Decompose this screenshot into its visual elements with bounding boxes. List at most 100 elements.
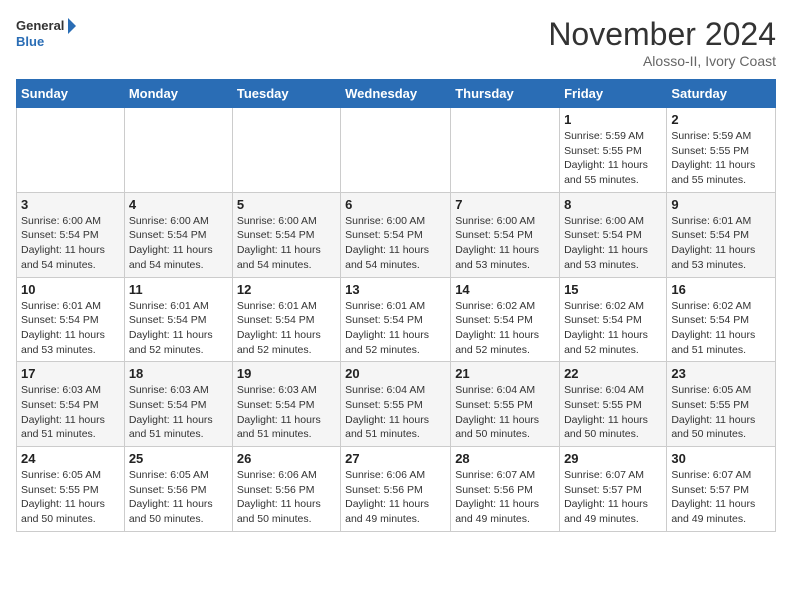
day-info: Sunrise: 6:05 AMSunset: 5:55 PMDaylight:… [671,383,771,442]
weekday-header: Tuesday [232,80,340,108]
day-info: Sunrise: 6:04 AMSunset: 5:55 PMDaylight:… [564,383,662,442]
logo-svg: General Blue [16,16,76,52]
day-number: 3 [21,197,120,212]
calendar-cell: 9 Sunrise: 6:01 AMSunset: 5:54 PMDaylight… [667,192,776,277]
calendar-cell: 3 Sunrise: 6:00 AMSunset: 5:54 PMDaylight… [17,192,125,277]
calendar-cell: 24 Sunrise: 6:05 AMSunset: 5:55 PMDayligh… [17,447,125,532]
svg-text:Blue: Blue [16,34,44,49]
svg-text:General: General [16,18,64,33]
day-number: 22 [564,366,662,381]
day-number: 19 [237,366,336,381]
day-number: 15 [564,282,662,297]
day-info: Sunrise: 6:00 AMSunset: 5:54 PMDaylight:… [345,214,446,273]
day-info: Sunrise: 6:00 AMSunset: 5:54 PMDaylight:… [455,214,555,273]
calendar-cell: 30 Sunrise: 6:07 AMSunset: 5:57 PMDayligh… [667,447,776,532]
day-number: 16 [671,282,771,297]
calendar-cell: 28 Sunrise: 6:07 AMSunset: 5:56 PMDayligh… [451,447,560,532]
day-number: 17 [21,366,120,381]
day-info: Sunrise: 6:01 AMSunset: 5:54 PMDaylight:… [671,214,771,273]
calendar-table: SundayMondayTuesdayWednesdayThursdayFrid… [16,79,776,532]
day-info: Sunrise: 6:04 AMSunset: 5:55 PMDaylight:… [345,383,446,442]
day-info: Sunrise: 6:01 AMSunset: 5:54 PMDaylight:… [129,299,228,358]
calendar-cell: 29Sunrise: 6:07 AMSunset: 5:57 PMDayligh… [560,447,667,532]
day-info: Sunrise: 6:02 AMSunset: 5:54 PMDaylight:… [455,299,555,358]
day-number: 1 [564,112,662,127]
calendar-cell: 26Sunrise: 6:06 AMSunset: 5:56 PMDayligh… [232,447,340,532]
day-number: 12 [237,282,336,297]
calendar-cell: 10 Sunrise: 6:01 AMSunset: 5:54 PMDayligh… [17,277,125,362]
day-number: 9 [671,197,771,212]
calendar-week-row: 1 Sunrise: 5:59 AMSunset: 5:55 PMDaylight… [17,108,776,193]
day-info: Sunrise: 5:59 AMSunset: 5:55 PMDaylight:… [564,129,662,188]
weekday-header: Thursday [451,80,560,108]
calendar-cell: 27Sunrise: 6:06 AMSunset: 5:56 PMDayligh… [341,447,451,532]
day-info: Sunrise: 6:07 AMSunset: 5:57 PMDaylight:… [564,468,662,527]
day-info: Sunrise: 6:00 AMSunset: 5:54 PMDaylight:… [237,214,336,273]
calendar-cell [124,108,232,193]
day-number: 5 [237,197,336,212]
day-info: Sunrise: 6:06 AMSunset: 5:56 PMDaylight:… [237,468,336,527]
calendar-cell: 19 Sunrise: 6:03 AMSunset: 5:54 PMDayligh… [232,362,340,447]
day-info: Sunrise: 6:05 AMSunset: 5:56 PMDaylight:… [129,468,228,527]
calendar-cell: 15Sunrise: 6:02 AMSunset: 5:54 PMDayligh… [560,277,667,362]
calendar-week-row: 24 Sunrise: 6:05 AMSunset: 5:55 PMDayligh… [17,447,776,532]
calendar-cell: 14 Sunrise: 6:02 AMSunset: 5:54 PMDayligh… [451,277,560,362]
calendar-cell [451,108,560,193]
day-number: 4 [129,197,228,212]
calendar-cell: 2Sunrise: 5:59 AMSunset: 5:55 PMDaylight… [667,108,776,193]
calendar-cell: 23 Sunrise: 6:05 AMSunset: 5:55 PMDayligh… [667,362,776,447]
calendar-cell: 21Sunrise: 6:04 AMSunset: 5:55 PMDayligh… [451,362,560,447]
day-info: Sunrise: 6:03 AMSunset: 5:54 PMDaylight:… [21,383,120,442]
day-number: 7 [455,197,555,212]
calendar-cell: 13Sunrise: 6:01 AMSunset: 5:54 PMDayligh… [341,277,451,362]
day-info: Sunrise: 6:00 AMSunset: 5:54 PMDaylight:… [21,214,120,273]
calendar-cell: 1 Sunrise: 5:59 AMSunset: 5:55 PMDaylight… [560,108,667,193]
day-number: 10 [21,282,120,297]
calendar-cell: 12 Sunrise: 6:01 AMSunset: 5:54 PMDayligh… [232,277,340,362]
day-info: Sunrise: 6:02 AMSunset: 5:54 PMDaylight:… [671,299,771,358]
calendar-cell [341,108,451,193]
day-number: 13 [345,282,446,297]
calendar-cell: 4Sunrise: 6:00 AMSunset: 5:54 PMDaylight… [124,192,232,277]
calendar-cell [17,108,125,193]
calendar-cell: 20 Sunrise: 6:04 AMSunset: 5:55 PMDayligh… [341,362,451,447]
calendar-week-row: 10 Sunrise: 6:01 AMSunset: 5:54 PMDayligh… [17,277,776,362]
day-info: Sunrise: 6:05 AMSunset: 5:55 PMDaylight:… [21,468,120,527]
day-info: Sunrise: 6:03 AMSunset: 5:54 PMDaylight:… [129,383,228,442]
calendar-cell: 25 Sunrise: 6:05 AMSunset: 5:56 PMDayligh… [124,447,232,532]
calendar-cell: 18 Sunrise: 6:03 AMSunset: 5:54 PMDayligh… [124,362,232,447]
day-number: 30 [671,451,771,466]
weekday-header-row: SundayMondayTuesdayWednesdayThursdayFrid… [17,80,776,108]
day-info: Sunrise: 6:07 AMSunset: 5:56 PMDaylight:… [455,468,555,527]
calendar-week-row: 3 Sunrise: 6:00 AMSunset: 5:54 PMDaylight… [17,192,776,277]
day-number: 25 [129,451,228,466]
day-number: 20 [345,366,446,381]
day-number: 6 [345,197,446,212]
day-number: 24 [21,451,120,466]
day-info: Sunrise: 6:03 AMSunset: 5:54 PMDaylight:… [237,383,336,442]
calendar-cell: 7 Sunrise: 6:00 AMSunset: 5:54 PMDaylight… [451,192,560,277]
day-info: Sunrise: 6:06 AMSunset: 5:56 PMDaylight:… [345,468,446,527]
calendar-cell: 8 Sunrise: 6:00 AMSunset: 5:54 PMDaylight… [560,192,667,277]
day-info: Sunrise: 6:01 AMSunset: 5:54 PMDaylight:… [21,299,120,358]
day-number: 18 [129,366,228,381]
day-number: 21 [455,366,555,381]
weekday-header: Sunday [17,80,125,108]
day-number: 23 [671,366,771,381]
day-info: Sunrise: 6:07 AMSunset: 5:57 PMDaylight:… [671,468,771,527]
weekday-header: Saturday [667,80,776,108]
day-info: Sunrise: 6:01 AMSunset: 5:54 PMDaylight:… [237,299,336,358]
calendar-cell [232,108,340,193]
page-header: General Blue November 2024 Alosso-II, Iv… [16,16,776,69]
day-number: 14 [455,282,555,297]
calendar-cell: 22 Sunrise: 6:04 AMSunset: 5:55 PMDayligh… [560,362,667,447]
calendar-cell: 16 Sunrise: 6:02 AMSunset: 5:54 PMDayligh… [667,277,776,362]
day-number: 2 [671,112,771,127]
calendar-cell: 5 Sunrise: 6:00 AMSunset: 5:54 PMDaylight… [232,192,340,277]
location: Alosso-II, Ivory Coast [548,53,776,69]
day-number: 8 [564,197,662,212]
calendar-week-row: 17 Sunrise: 6:03 AMSunset: 5:54 PMDayligh… [17,362,776,447]
day-number: 11 [129,282,228,297]
day-number: 28 [455,451,555,466]
day-info: Sunrise: 6:00 AMSunset: 5:54 PMDaylight:… [564,214,662,273]
